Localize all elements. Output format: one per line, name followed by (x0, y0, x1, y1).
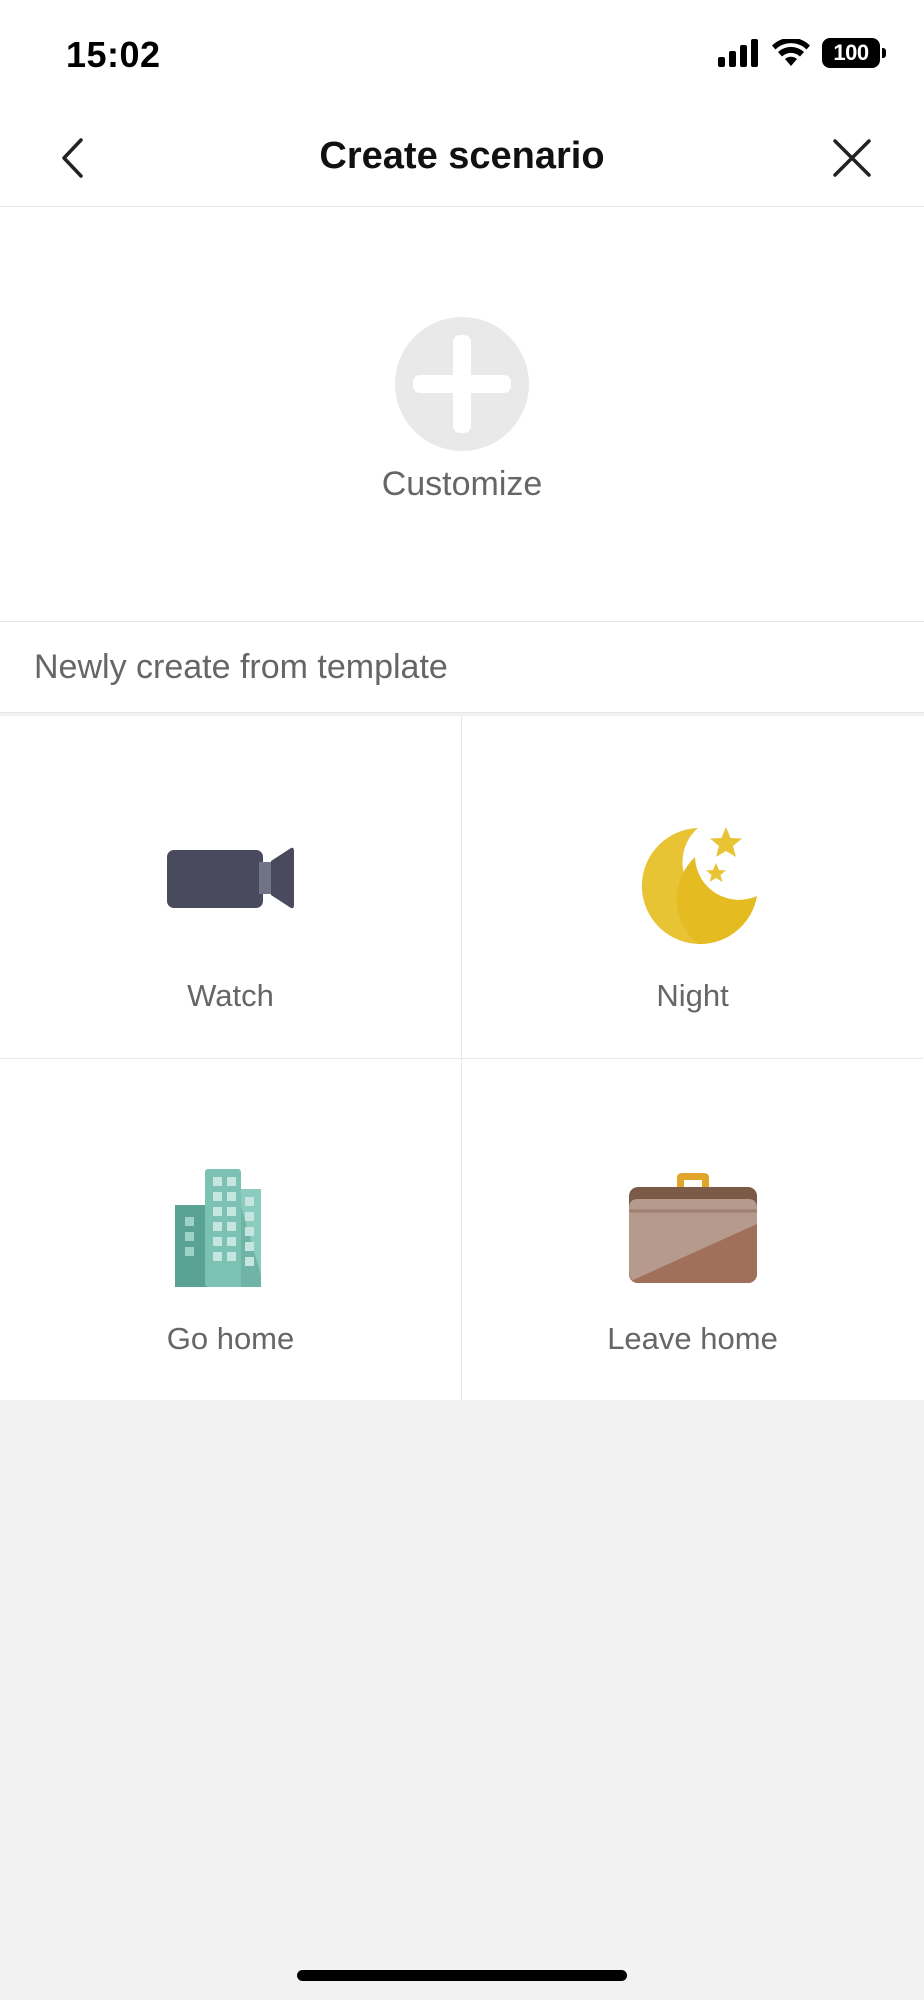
customize-section: Customize (0, 207, 924, 622)
template-section-title: Newly create from template (34, 648, 448, 686)
nav-bar: Create scenario (0, 110, 924, 207)
template-watch[interactable]: Watch (0, 716, 462, 1059)
close-icon (833, 139, 871, 177)
template-label: Night (656, 978, 729, 1013)
battery-indicator: 100 (822, 38, 886, 68)
signal-icon (718, 39, 758, 67)
template-grid: Watch Night Go home Leave home (0, 716, 924, 1401)
close-button[interactable] (826, 132, 878, 184)
plus-icon (395, 317, 529, 451)
status-time: 15:02 (66, 34, 161, 75)
template-leave-home[interactable]: Leave home (462, 1059, 923, 1401)
wifi-icon (772, 39, 810, 66)
template-section-header: Newly create from template (0, 622, 924, 713)
briefcase-icon (628, 1173, 757, 1283)
template-label: Leave home (607, 1321, 778, 1356)
template-label: Watch (187, 978, 274, 1013)
template-label: Go home (166, 1321, 295, 1356)
customize-button[interactable]: Customize (362, 317, 562, 504)
battery-tip (882, 48, 886, 58)
page-title: Create scenario (319, 135, 605, 177)
building-icon (174, 1169, 261, 1287)
video-camera-icon (166, 847, 294, 909)
status-bar: 15:02 100 (0, 0, 924, 110)
home-indicator[interactable] (297, 1970, 627, 1981)
template-go-home[interactable]: Go home (0, 1059, 462, 1401)
customize-label: Customize (381, 465, 543, 503)
battery-icon: 100 (822, 38, 880, 68)
template-night[interactable]: Night (462, 716, 923, 1059)
battery-level: 100 (833, 40, 869, 65)
status-icons: 100 (718, 38, 886, 68)
moon-stars-icon (641, 827, 757, 944)
